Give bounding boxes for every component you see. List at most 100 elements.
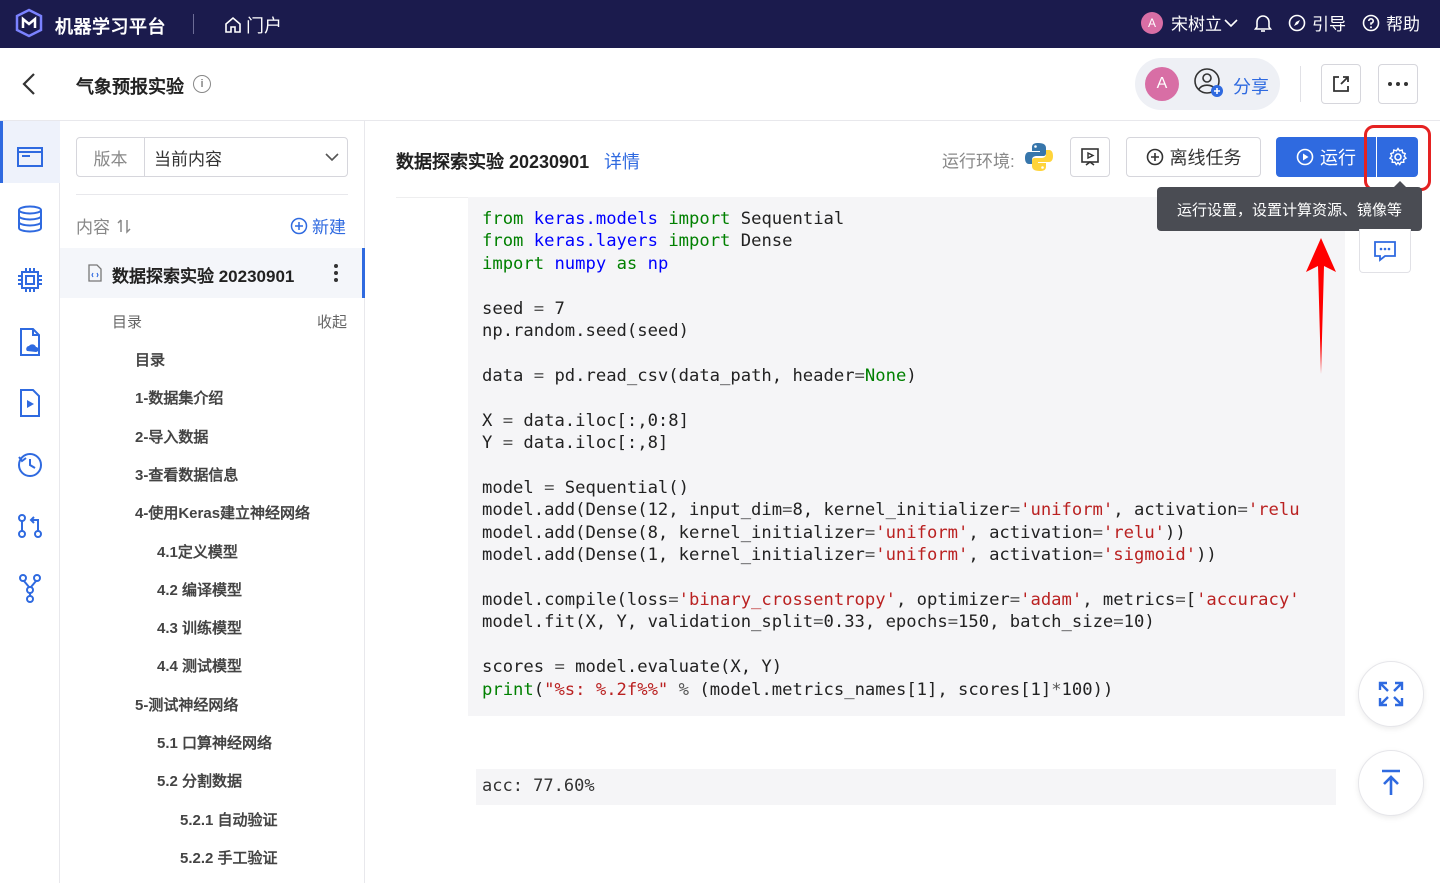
git-branch-icon (18, 514, 42, 538)
topbar-divider (193, 14, 194, 34)
presentation-icon (1081, 148, 1099, 166)
new-button[interactable]: 新建 (290, 213, 346, 238)
expand-icon (1378, 681, 1404, 707)
top-navigation-bar: 机器学习平台 门户 A 宋树立 引导 帮助 (0, 0, 1440, 48)
python-icon[interactable] (1024, 141, 1054, 173)
toc-collapse-button[interactable]: 收起 (317, 311, 347, 332)
rail-database[interactable] (14, 203, 46, 235)
project-title: 气象预报实验 (76, 77, 184, 97)
run-settings-tooltip: 运行设置，设置计算资源、镜像等 (1157, 187, 1422, 231)
toc-heading: 目录 (112, 314, 143, 331)
fullscreen-button[interactable] (1358, 661, 1424, 727)
content-header: 内容 (76, 213, 132, 238)
toc-item[interactable]: 4-使用Keras建立神经网络 (135, 502, 310, 523)
folder-icon (17, 147, 43, 167)
platform-logo-icon[interactable] (14, 8, 44, 38)
toc-item[interactable]: 4.4 测试模型 (157, 655, 242, 676)
toc-item[interactable]: 3-查看数据信息 (135, 464, 238, 485)
rail-compute[interactable] (14, 264, 46, 296)
notebook-file-item[interactable]: 数据探索实验 20230901 (60, 248, 365, 298)
share-button[interactable]: 分享 (1233, 73, 1269, 99)
arrow-to-top-icon (1382, 769, 1400, 795)
offline-task-button[interactable]: 离线任务 (1126, 137, 1261, 177)
notebook-title: 数据探索实验 20230901 (396, 152, 590, 172)
toc-item[interactable]: 4.2 编译模型 (157, 579, 242, 600)
left-icon-rail (0, 121, 60, 883)
help-link[interactable]: 帮助 (1362, 10, 1420, 35)
export-icon (1333, 76, 1349, 92)
notebook-file-icon (88, 264, 102, 282)
notebook-file-name: 数据探索实验 20230901 (112, 267, 295, 286)
app-title[interactable]: 机器学习平台 (55, 13, 166, 39)
rail-media[interactable] (14, 387, 46, 419)
output-cell: acc: 77.60% (476, 769, 1336, 805)
version-label: 版本 (77, 138, 145, 176)
help-label: 帮助 (1386, 15, 1420, 34)
chip-icon (18, 268, 42, 292)
toc-item[interactable]: 5.2.2 手工验证 (180, 847, 278, 868)
workflow-icon (19, 574, 41, 603)
toc-item[interactable]: 1-数据集介绍 (135, 387, 223, 408)
topbar-right: A 宋树立 引导 帮助 (1141, 10, 1420, 35)
guide-label: 引导 (1312, 15, 1346, 34)
toc-item[interactable]: 5.2 分割数据 (157, 770, 242, 791)
run-label: 运行 (1320, 148, 1356, 168)
toc-item[interactable]: 5-测试神经网络 (135, 694, 238, 715)
export-button[interactable] (1321, 64, 1361, 104)
play-circle-icon (1296, 148, 1314, 166)
add-circle-icon (290, 217, 308, 234)
comment-button[interactable] (1359, 229, 1411, 273)
compass-icon (1288, 14, 1306, 31)
portal-label: 门户 (246, 16, 282, 36)
content-label: 内容 (76, 218, 110, 237)
version-select[interactable]: 版本 当前内容 (76, 137, 348, 177)
user-name: 宋树立 (1171, 15, 1222, 34)
header-divider (1300, 66, 1301, 102)
runtime-env-label: 运行环境: (942, 152, 1015, 171)
cell-gutter (396, 197, 468, 716)
rail-notebook[interactable] (14, 141, 46, 173)
toc-item[interactable]: 2-导入数据 (135, 426, 208, 447)
toc-item[interactable]: 4.3 训练模型 (157, 617, 242, 638)
toc-item[interactable]: 5.1 口算神经网络 (157, 732, 272, 753)
content-side-panel: 版本 当前内容 内容 新建 数据探索实验 20230901 目录 收起 目录 1-… (60, 121, 365, 883)
rail-history[interactable] (14, 449, 46, 481)
more-options-button[interactable] (1378, 64, 1418, 104)
history-icon (18, 453, 42, 477)
panel-divider (76, 194, 348, 195)
toc-item[interactable]: 4.1定义模型 (157, 541, 238, 562)
comment-icon (1374, 240, 1396, 262)
output-text: acc: 77.60% (482, 776, 595, 796)
code-cell[interactable]: from keras.models import Sequential from… (468, 197, 1345, 716)
user-menu[interactable]: A 宋树立 (1141, 10, 1238, 35)
user-avatar: A (1141, 11, 1163, 34)
rail-git[interactable] (14, 510, 46, 542)
chevron-down-icon (1224, 18, 1238, 27)
info-icon[interactable]: i (193, 75, 211, 93)
code-content[interactable]: from keras.models import Sequential from… (482, 208, 1300, 701)
details-link[interactable]: 详情 (604, 148, 640, 174)
add-collaborator-icon[interactable] (1192, 66, 1226, 100)
collaborator-avatar[interactable]: A (1145, 67, 1179, 101)
sort-icon[interactable] (116, 218, 132, 234)
rail-files[interactable] (14, 326, 46, 358)
back-arrow-icon[interactable] (18, 70, 42, 98)
database-icon (18, 205, 42, 233)
run-button[interactable]: 运行 (1276, 137, 1376, 177)
more-vertical-icon[interactable] (333, 262, 339, 284)
presentation-button[interactable] (1070, 137, 1110, 177)
guide-link[interactable]: 引导 (1288, 10, 1346, 35)
share-area[interactable]: A 分享 (1135, 58, 1280, 110)
rail-pipeline[interactable] (14, 572, 46, 604)
chevron-down-icon (325, 152, 339, 161)
toc-item[interactable]: 目录 (135, 349, 165, 370)
project-header: 气象预报实验 i A 分享 (0, 48, 1440, 121)
offline-task-label: 离线任务 (1169, 148, 1242, 168)
notebook-main: 数据探索实验 20230901 详情 运行环境: 离线任务 运行 from ke… (365, 121, 1440, 883)
portal-link[interactable]: 门户 (224, 12, 282, 38)
red-arrow-annotation (1306, 238, 1336, 374)
bell-icon[interactable] (1254, 13, 1272, 33)
toc-item[interactable]: 5.2.1 自动验证 (180, 809, 278, 830)
scroll-to-top-button[interactable] (1358, 750, 1424, 816)
version-value: 当前内容 (154, 149, 222, 169)
